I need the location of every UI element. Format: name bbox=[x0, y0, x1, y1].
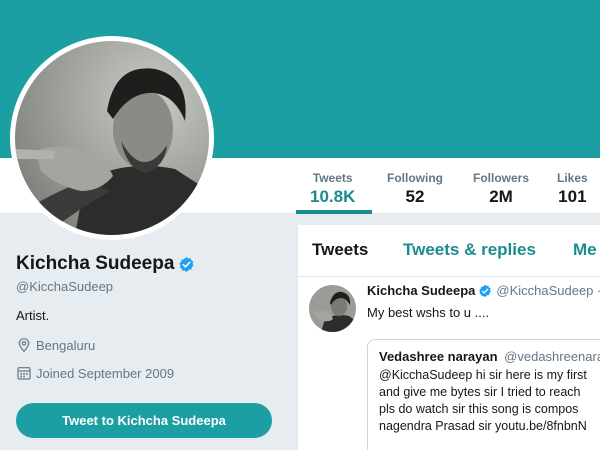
active-stat-indicator bbox=[296, 210, 372, 214]
verified-badge-icon bbox=[478, 284, 492, 298]
tweet-header: Kichcha Sudeepa @KicchaSudeep · bbox=[367, 283, 600, 298]
profile-bio: Artist. bbox=[16, 308, 50, 323]
quoted-text-line: pls do watch sir this song is compos bbox=[379, 402, 579, 416]
profile-joined: Joined September 2009 bbox=[16, 365, 286, 381]
stat-followers-value: 2M bbox=[489, 187, 513, 206]
stat-followers[interactable]: Followers 2M bbox=[473, 171, 529, 208]
profile-location: Bengaluru bbox=[16, 337, 286, 353]
profile-handle[interactable]: @KicchaSudeep bbox=[16, 279, 286, 294]
calendar-icon bbox=[17, 367, 31, 380]
profile-name[interactable]: Kichcha Sudeepa bbox=[16, 252, 174, 276]
stat-tweets-label: Tweets bbox=[312, 171, 353, 185]
tweet-author-handle[interactable]: @KicchaSudeep · bbox=[496, 283, 600, 298]
avatar-photo bbox=[15, 41, 209, 235]
location-text: Bengaluru bbox=[36, 337, 96, 353]
tweet-to-button[interactable]: Tweet to Kichcha Sudeepa bbox=[16, 403, 272, 438]
stat-tweets[interactable]: Tweets 10.8K bbox=[310, 171, 355, 208]
quoted-text-line: nagendra Prasad sir youtu.be/8fnbnN bbox=[379, 419, 587, 433]
tweet-item[interactable]: Kichcha Sudeepa @KicchaSudeep · My best … bbox=[298, 277, 600, 450]
quoted-author-handle: @vedashreenara bbox=[504, 349, 600, 364]
stat-following[interactable]: Following 52 bbox=[387, 171, 443, 208]
profile-avatar[interactable] bbox=[10, 36, 214, 240]
tweet-author-name[interactable]: Kichcha Sudeepa bbox=[367, 283, 475, 298]
location-pin-icon bbox=[18, 338, 30, 353]
stat-tweets-value: 10.8K bbox=[310, 187, 356, 206]
joined-text: Joined September 2009 bbox=[36, 365, 175, 381]
verified-badge-icon bbox=[178, 256, 195, 273]
stat-likes-label: Likes bbox=[557, 171, 588, 185]
tab-tweets-replies[interactable]: Tweets & replies bbox=[403, 240, 536, 260]
stat-likes-value: 101 bbox=[558, 187, 587, 206]
quoted-author-name: Vedashree narayan bbox=[379, 349, 498, 364]
stat-likes[interactable]: Likes 101 bbox=[557, 171, 588, 208]
tweet-avatar[interactable] bbox=[309, 285, 356, 332]
quoted-text-line: @KicchaSudeep hi sir here is my first bbox=[379, 368, 587, 382]
stat-following-value: 52 bbox=[405, 187, 425, 206]
quoted-tweet-text: @KicchaSudeep hi sir here is my first an… bbox=[379, 367, 600, 435]
tab-tweets[interactable]: Tweets bbox=[312, 240, 368, 260]
stat-followers-label: Followers bbox=[473, 171, 530, 185]
timeline-panel: Tweets Tweets & replies Me Kichcha Sudee… bbox=[297, 225, 600, 450]
profile-card: Kichcha Sudeepa @KicchaSudeep Artist. Be… bbox=[16, 252, 286, 381]
stat-following-label: Following bbox=[387, 171, 443, 185]
tab-media[interactable]: Me bbox=[573, 240, 597, 260]
timeline-tabs: Tweets Tweets & replies Me bbox=[298, 225, 600, 277]
quoted-tweet[interactable]: Vedashree narayan @vedashreenara @Kiccha… bbox=[367, 339, 600, 450]
tweet-text: My best wshs to u .... bbox=[367, 305, 490, 320]
quoted-text-line: and give me bytes sir I tried to reach bbox=[379, 385, 581, 399]
